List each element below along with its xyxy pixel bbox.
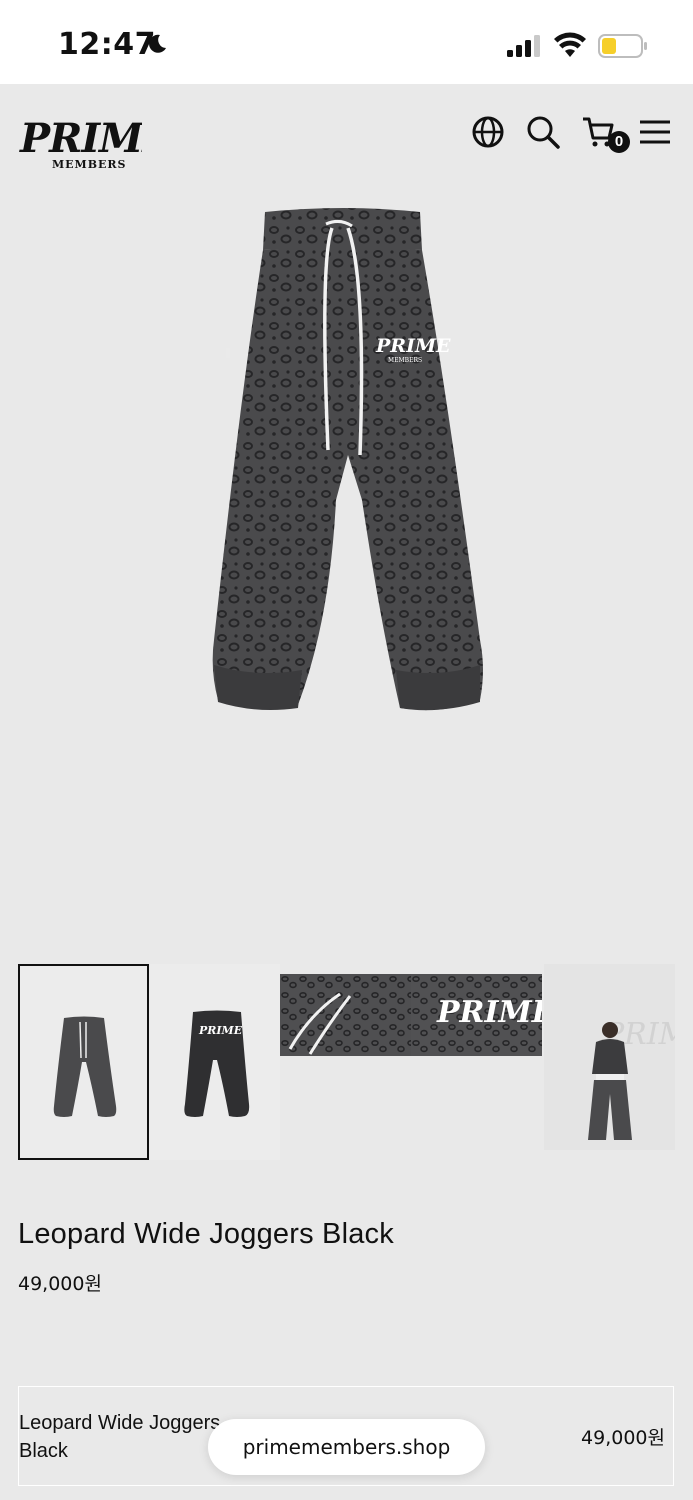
search-icon[interactable] <box>525 114 561 150</box>
status-time: 12:47 <box>58 27 156 62</box>
cellular-signal-icon <box>507 35 540 57</box>
thumbnail-model-shot[interactable]: PRIME <box>544 964 675 1150</box>
thumbnail-gallery: PRIME PRIM PRI <box>18 964 678 1160</box>
thumbnail-logo-detail[interactable]: PRIME <box>411 974 542 1056</box>
hamburger-menu-icon[interactable] <box>637 114 673 150</box>
battery-icon <box>598 34 647 58</box>
cart-count-badge: 0 <box>608 131 630 153</box>
product-price: 49,000원 <box>18 1273 102 1295</box>
globe-icon[interactable] <box>470 114 506 150</box>
wifi-icon <box>554 32 586 57</box>
thumbnail-back[interactable]: PRIME <box>149 964 280 1160</box>
brand-logo[interactable]: PRIME MEMBERS <box>18 112 142 174</box>
svg-text:MEMBERS: MEMBERS <box>52 158 127 171</box>
option-price: 49,000원 <box>581 1427 665 1449</box>
browser-address-bar[interactable]: primemembers.shop <box>208 1419 485 1475</box>
thumbnail-waistband-detail[interactable] <box>280 974 411 1056</box>
moon-icon <box>149 34 166 53</box>
status-bar: 12:47 <box>0 0 693 84</box>
svg-text:PRIME: PRIME <box>198 1024 243 1037</box>
product-main-image[interactable]: PRIME MEMBERS <box>190 200 500 725</box>
product-title: Leopard Wide Joggers Black <box>18 1218 394 1250</box>
svg-text:PRIME: PRIME <box>436 995 542 1030</box>
svg-text:PRIME: PRIME <box>19 115 142 162</box>
svg-text:MEMBERS: MEMBERS <box>388 357 422 364</box>
thumbnail-front[interactable] <box>18 964 149 1160</box>
svg-text:PRIME: PRIME <box>375 335 451 357</box>
